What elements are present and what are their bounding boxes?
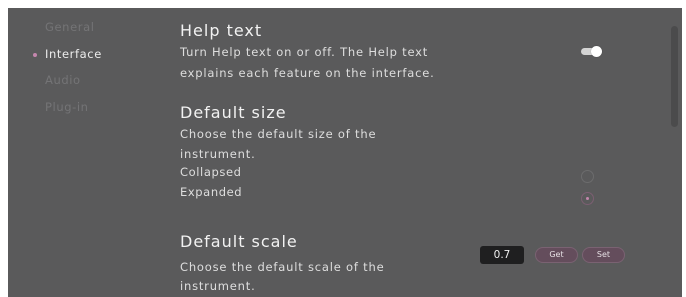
- default-scale-description-line2: instrument.: [180, 279, 256, 293]
- default-size-title: Default size: [180, 103, 287, 122]
- scrollbar[interactable]: [671, 26, 678, 295]
- sidebar-item-general[interactable]: General: [45, 20, 95, 34]
- set-scale-button[interactable]: Set: [582, 247, 625, 263]
- size-option-collapsed-label: Collapsed: [180, 165, 242, 179]
- size-option-expanded-radio[interactable]: [581, 192, 594, 205]
- active-indicator-dot-icon: [33, 53, 37, 57]
- radio-selected-dot-icon: [586, 197, 589, 200]
- get-scale-button[interactable]: Get: [535, 247, 578, 263]
- scale-value-input[interactable]: 0.7: [480, 246, 524, 264]
- size-option-expanded-label: Expanded: [180, 185, 243, 199]
- default-scale-title: Default scale: [180, 232, 298, 251]
- preferences-window: General Interface Audio Plug-in Help tex…: [8, 8, 682, 297]
- default-size-description-line2: instrument.: [180, 147, 256, 161]
- default-size-description-line1: Choose the default size of the: [180, 127, 377, 141]
- default-scale-description-line1: Choose the default scale of the: [180, 260, 385, 274]
- toggle-knob: [591, 46, 602, 57]
- sidebar-item-plug-in[interactable]: Plug-in: [45, 100, 89, 114]
- help-text-description-line1: Turn Help text on or off. The Help text: [180, 45, 429, 59]
- size-option-collapsed-radio[interactable]: [581, 170, 594, 183]
- sidebar-item-audio[interactable]: Audio: [45, 73, 81, 87]
- scrollbar-thumb[interactable]: [671, 26, 678, 127]
- help-text-toggle[interactable]: [581, 46, 602, 57]
- help-text-description-line2: explains each feature on the interface.: [180, 66, 435, 80]
- sidebar-item-interface[interactable]: Interface: [45, 47, 102, 61]
- help-text-title: Help text: [180, 21, 263, 40]
